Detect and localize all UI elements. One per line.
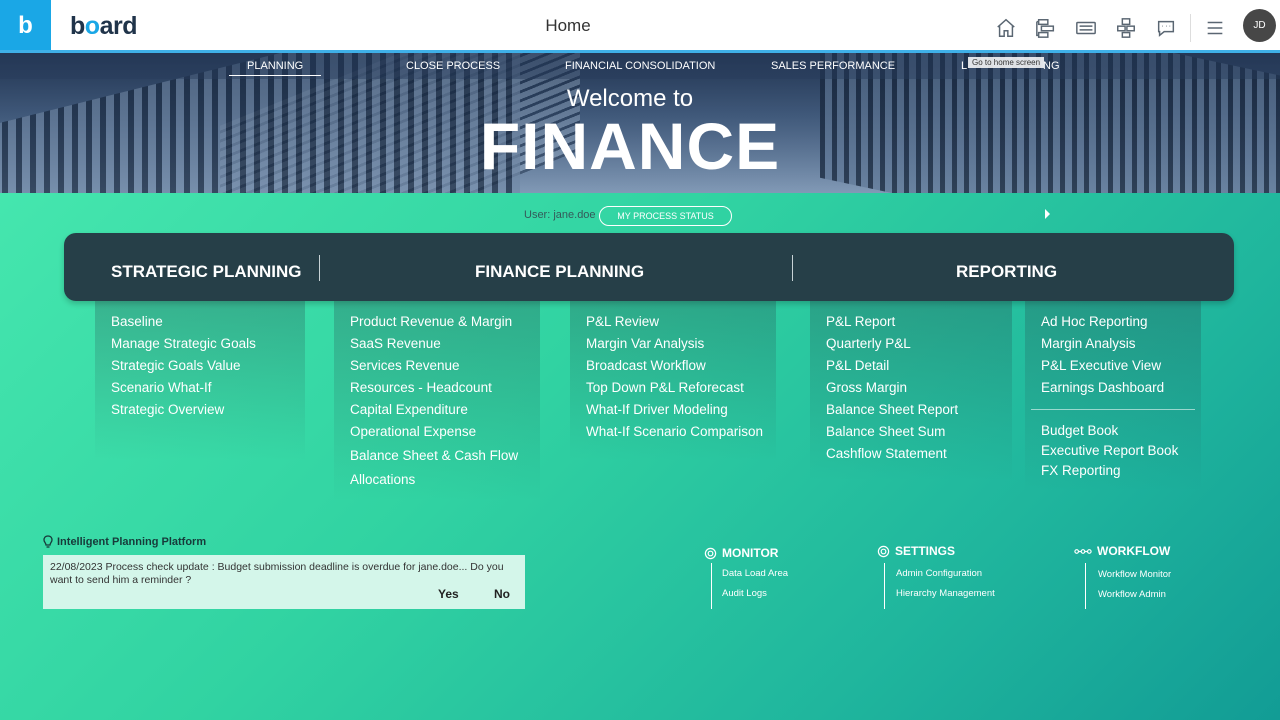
menu-budget-book[interactable]: Budget Book [1025, 422, 1201, 442]
menu-icon[interactable] [1201, 16, 1229, 40]
finance-planning-heading: FINANCE PLANNING [475, 262, 645, 281]
nav-item-partial-right[interactable]: NG [1043, 60, 1060, 72]
menu-strategic-goals-value[interactable]: Strategic Goals Value [95, 357, 305, 379]
hero-banner: PLANNING CLOSE PROCESS FINANCIAL CONSOLI… [0, 53, 1280, 193]
menu-services-revenue[interactable]: Services Revenue [334, 357, 540, 379]
notification-title: Intelligent Planning Platform [43, 535, 206, 549]
menu-pl-executive-view[interactable]: P&L Executive View [1025, 357, 1201, 379]
menu-pl-detail[interactable]: P&L Detail [810, 357, 1012, 379]
mouse-cursor [1045, 209, 1050, 219]
settings-title: SETTINGS [895, 544, 956, 558]
menu-what-if-scenario-comparison[interactable]: What-If Scenario Comparison [570, 423, 776, 445]
nav-financial-consolidation[interactable]: FINANCIAL CONSOLIDATION [565, 60, 715, 72]
top-icons [992, 14, 1241, 42]
section-nav: PLANNING CLOSE PROCESS FINANCIAL CONSOLI… [0, 53, 1280, 79]
strategic-planning-heading: STRATEGIC PLANNING [111, 262, 302, 281]
gear-icon [704, 547, 717, 559]
menu-margin-analysis[interactable]: Margin Analysis [1025, 335, 1201, 357]
workflow-icon [1074, 548, 1092, 554]
menu-broadcast-workflow[interactable]: Broadcast Workflow [570, 357, 776, 379]
finance-menu-primary: Product Revenue & Margin SaaS Revenue Se… [334, 301, 540, 501]
link-workflow-monitor[interactable]: Workflow Monitor [1098, 569, 1171, 580]
menu-allocations[interactable]: Allocations [334, 471, 540, 493]
menu-gross-margin[interactable]: Gross Margin [810, 379, 1012, 401]
notification-message: 22/08/2023 Process check update : Budget… [50, 561, 504, 586]
workflow-heading: WORKFLOW [1074, 544, 1170, 558]
workflow-line [1085, 563, 1086, 609]
hero-title: FINANCE [479, 109, 781, 183]
menu-pl-report[interactable]: P&L Report [810, 313, 1012, 335]
lightbulb-icon [43, 535, 53, 548]
chat-icon[interactable] [1152, 16, 1180, 40]
hierarchy-icon[interactable] [1032, 16, 1060, 40]
nav-planning[interactable]: PLANNING [229, 60, 322, 76]
menu-what-if-driver-modeling[interactable]: What-If Driver Modeling [570, 401, 776, 423]
menu-scenario-what-if[interactable]: Scenario What-If [95, 379, 305, 401]
user-label: User: jane.doe [524, 209, 596, 221]
menu-strategic-overview[interactable]: Strategic Overview [95, 401, 305, 423]
band-divider [792, 255, 793, 281]
reporting-menu-secondary: Ad Hoc Reporting Margin Analysis P&L Exe… [1025, 301, 1201, 491]
menu-earnings-dashboard[interactable]: Earnings Dashboard [1025, 379, 1201, 401]
link-data-load-area[interactable]: Data Load Area [722, 568, 788, 579]
monitor-line [711, 563, 712, 609]
menu-operational-expense[interactable]: Operational Expense [334, 423, 540, 447]
nav-item-partial-left[interactable]: L [961, 60, 967, 72]
menu-balance-sheet-sum[interactable]: Balance Sheet Sum [810, 423, 1012, 445]
section-band: STRATEGIC PLANNING FINANCE PLANNING REPO… [64, 233, 1234, 301]
network-icon[interactable] [1112, 16, 1140, 40]
strategic-menu: Baseline Manage Strategic Goals Strategi… [95, 301, 305, 461]
my-process-status-button[interactable]: MY PROCESS STATUS [599, 206, 732, 226]
link-audit-logs[interactable]: Audit Logs [722, 588, 767, 599]
main-area: User: jane.doe MY PROCESS STATUS STRATEG… [0, 193, 1280, 720]
home-icon[interactable] [992, 16, 1020, 40]
finance-menu-secondary: P&L Review Margin Var Analysis Broadcast… [570, 301, 776, 461]
link-hierarchy-management[interactable]: Hierarchy Management [896, 588, 995, 599]
menu-margin-var-analysis[interactable]: Margin Var Analysis [570, 335, 776, 357]
menu-saas-revenue[interactable]: SaaS Revenue [334, 335, 540, 357]
keyboard-icon[interactable] [1072, 16, 1100, 40]
yes-button[interactable]: Yes [438, 587, 459, 601]
menu-capital-expenditure[interactable]: Capital Expenditure [334, 401, 540, 423]
menu-pl-review[interactable]: P&L Review [570, 313, 776, 335]
menu-manage-strategic-goals[interactable]: Manage Strategic Goals [95, 335, 305, 357]
top-bar: b board Home JD [0, 0, 1280, 51]
menu-balance-sheet-cash-flow[interactable]: Balance Sheet & Cash Flow [334, 447, 540, 471]
workflow-title: WORKFLOW [1097, 544, 1171, 558]
menu-baseline[interactable]: Baseline [95, 313, 305, 335]
notification-card: 22/08/2023 Process check update : Budget… [43, 555, 525, 609]
avatar[interactable]: JD [1243, 9, 1276, 42]
menu-cashflow-statement[interactable]: Cashflow Statement [810, 445, 1012, 467]
link-workflow-admin[interactable]: Workflow Admin [1098, 589, 1166, 600]
menu-top-down-pl-reforecast[interactable]: Top Down P&L Reforecast [570, 379, 776, 401]
monitor-title: MONITOR [722, 546, 779, 560]
menu-balance-sheet-report[interactable]: Balance Sheet Report [810, 401, 1012, 423]
notification-title-text: Intelligent Planning Platform [57, 536, 207, 548]
nav-close-process[interactable]: CLOSE PROCESS [406, 60, 500, 72]
reporting-heading: REPORTING [956, 262, 1058, 281]
link-admin-configuration[interactable]: Admin Configuration [896, 568, 982, 579]
page-title: Home [545, 16, 591, 35]
menu-product-revenue-margin[interactable]: Product Revenue & Margin [334, 313, 540, 335]
menu-executive-report-book[interactable]: Executive Report Book [1025, 442, 1201, 462]
nav-sales-performance[interactable]: SALES PERFORMANCE [771, 60, 895, 72]
menu-resources-headcount[interactable]: Resources - Headcount [334, 379, 540, 401]
home-tooltip: Go to home screen [968, 57, 1045, 68]
settings-line [884, 563, 885, 609]
no-button[interactable]: No [494, 587, 510, 601]
menu-quarterly-pl[interactable]: Quarterly P&L [810, 335, 1012, 357]
settings-heading: SETTINGS [877, 544, 955, 558]
topbar-separator [1190, 14, 1191, 42]
reporting-menu-primary: P&L Report Quarterly P&L P&L Detail Gros… [810, 301, 1012, 481]
monitor-heading: MONITOR [704, 546, 778, 560]
menu-fx-reporting[interactable]: FX Reporting [1025, 462, 1201, 482]
menu-divider [1031, 409, 1195, 410]
gear-icon [877, 545, 890, 557]
menu-ad-hoc-reporting[interactable]: Ad Hoc Reporting [1025, 313, 1201, 335]
band-divider [319, 255, 320, 281]
